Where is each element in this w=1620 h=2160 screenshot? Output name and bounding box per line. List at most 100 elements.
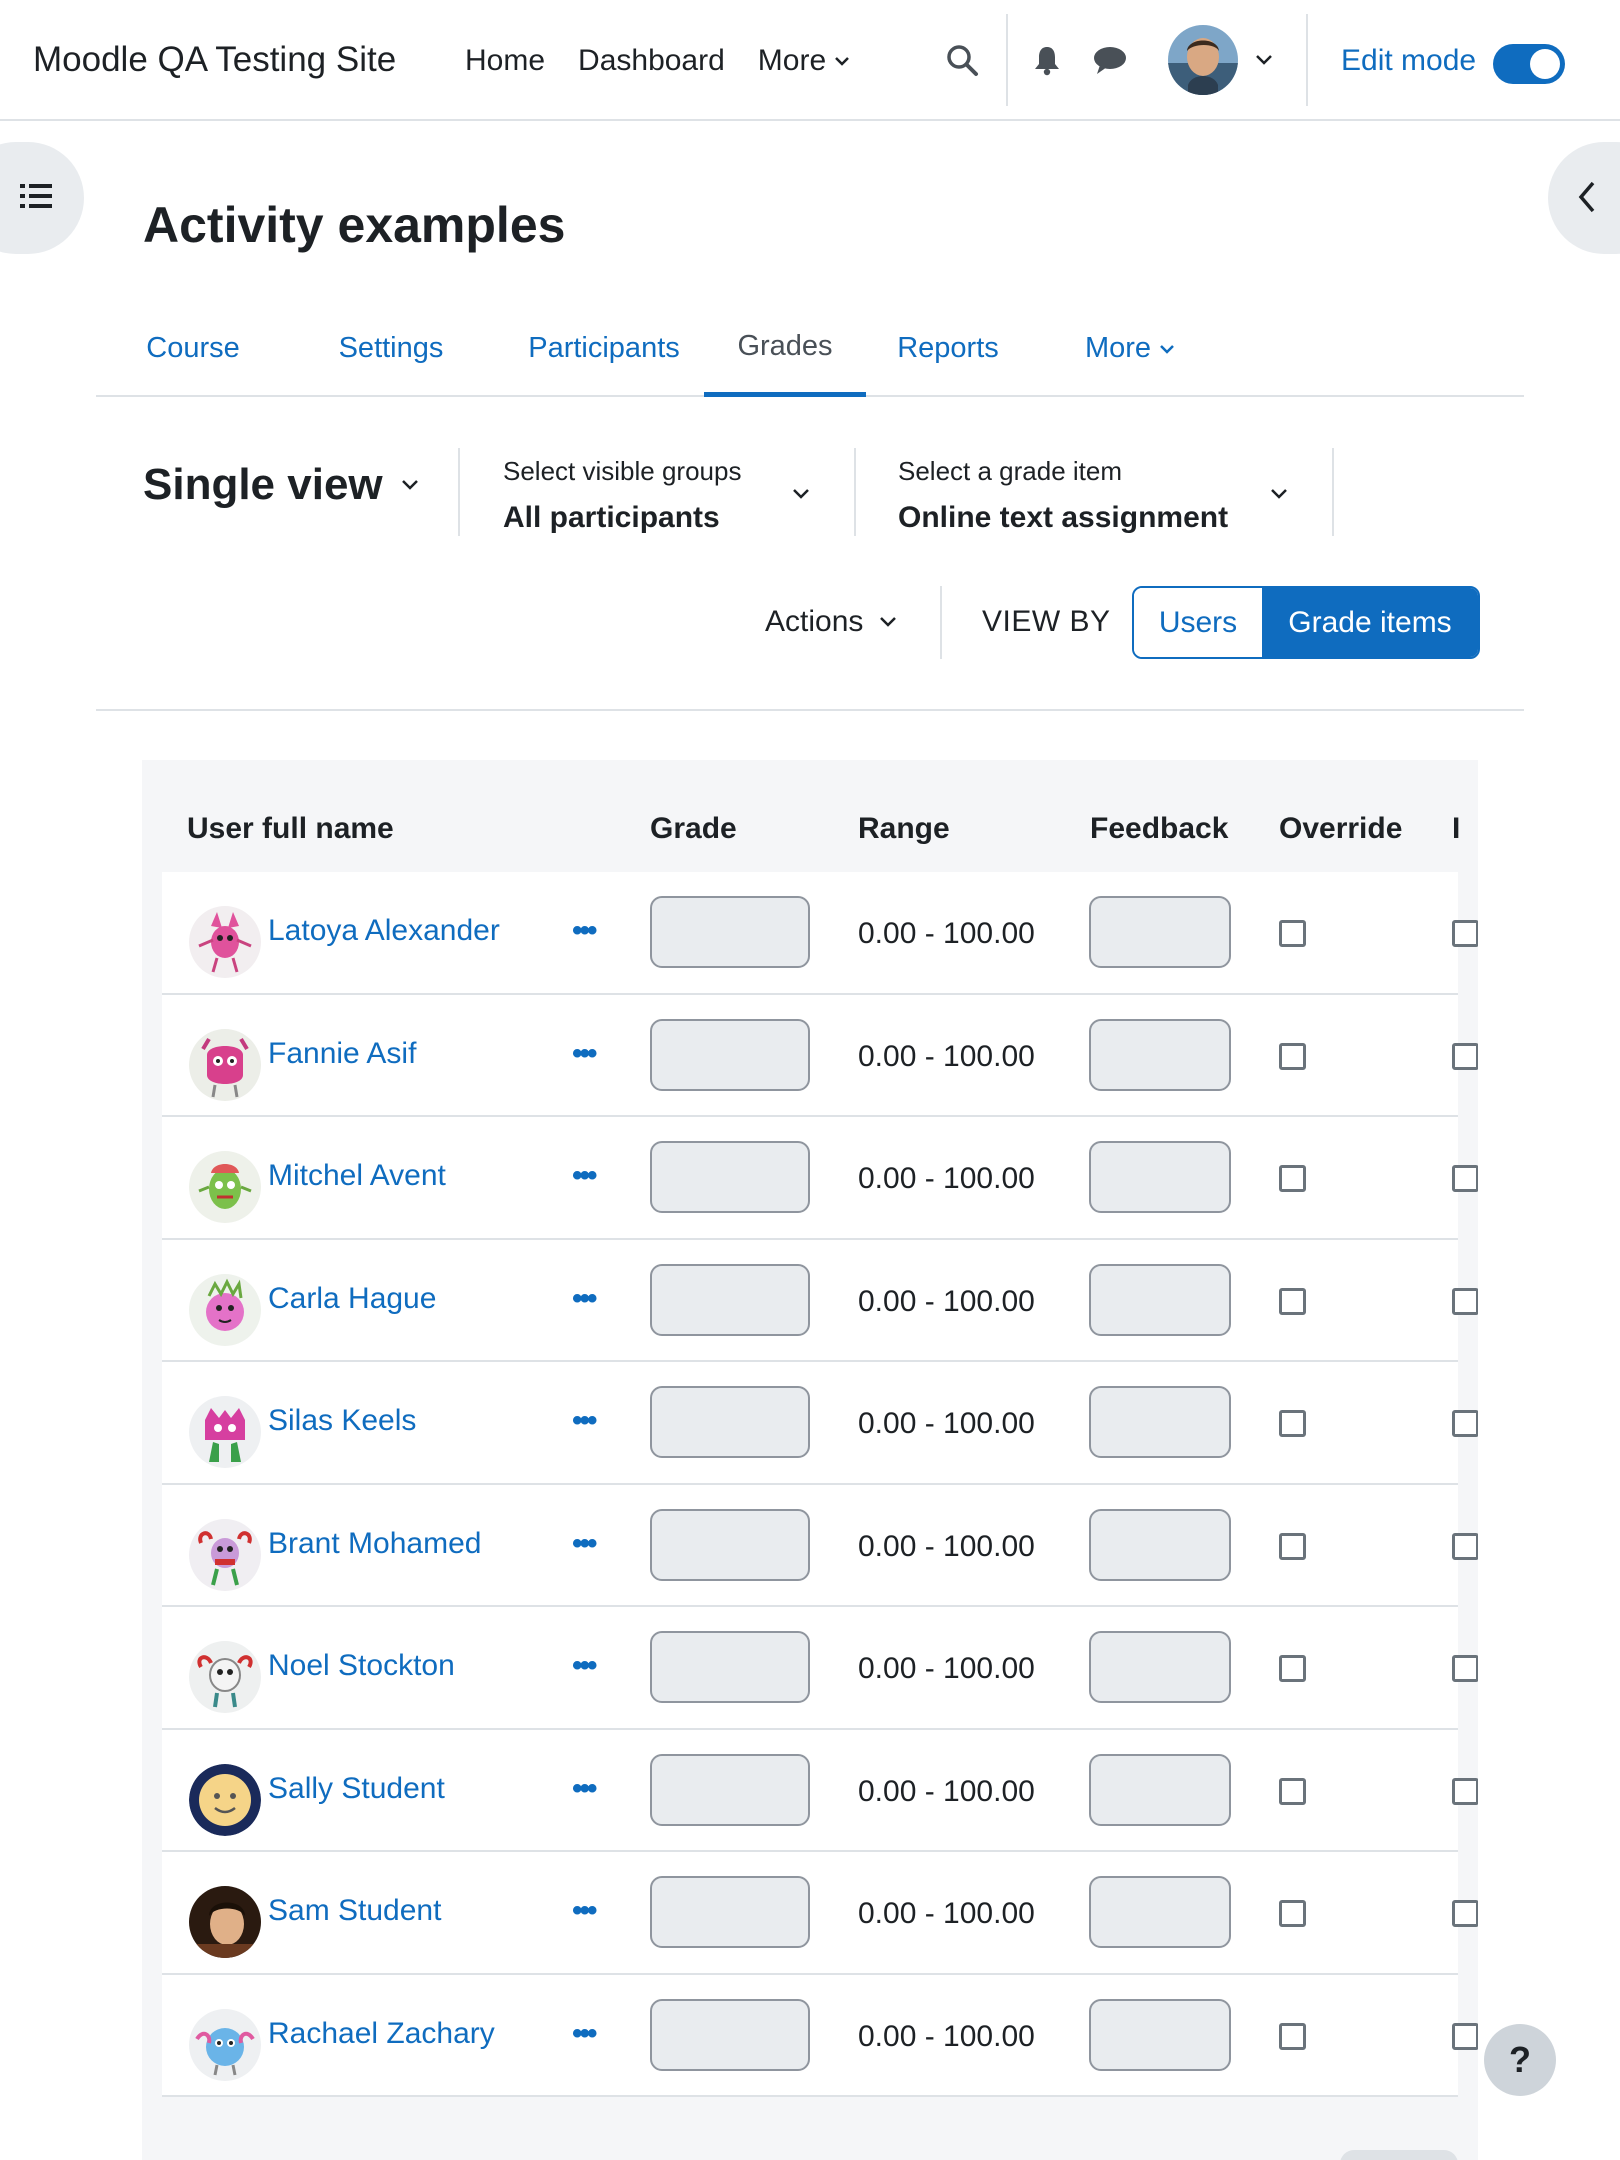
feedback-input[interactable] xyxy=(1089,1386,1231,1458)
grade-input[interactable] xyxy=(650,1263,810,1336)
user-name-link[interactable]: Sam Student xyxy=(268,1894,441,1928)
grade-range: 0.00 - 100.00 xyxy=(858,1039,1035,1073)
nav-link-home[interactable]: Home xyxy=(465,44,545,78)
tab-course[interactable]: Course xyxy=(128,300,258,397)
chat-icon[interactable] xyxy=(1088,38,1132,82)
user-name-link[interactable]: Rachael Zachary xyxy=(268,2017,495,2051)
tab-participants[interactable]: Participants xyxy=(504,300,704,397)
user-avatar xyxy=(189,1886,261,1958)
feedback-input[interactable] xyxy=(1089,1631,1231,1703)
nav-link-dashboard[interactable]: Dashboard xyxy=(578,44,725,78)
override-checkbox[interactable] xyxy=(1279,1410,1306,1437)
exclude-checkbox[interactable] xyxy=(1452,1287,1478,1315)
exclude-checkbox[interactable] xyxy=(1452,1900,1478,1927)
tab-more-label: More xyxy=(1084,332,1152,364)
more-actions-icon[interactable]: ••• xyxy=(572,914,597,948)
more-actions-icon[interactable]: ••• xyxy=(572,1159,597,1193)
edit-mode-toggle[interactable] xyxy=(1493,44,1565,84)
report-selector[interactable]: Single view xyxy=(143,460,419,510)
more-actions-icon[interactable]: ••• xyxy=(572,1037,597,1071)
exclude-checkbox[interactable] xyxy=(1452,1165,1478,1192)
view-by-grade-items-button[interactable]: Grade items xyxy=(1262,588,1478,657)
chevron-down-icon[interactable] xyxy=(792,488,810,500)
user-avatar xyxy=(189,1641,261,1713)
grade-input[interactable] xyxy=(650,1998,810,2071)
more-actions-icon[interactable]: ••• xyxy=(572,1772,597,1806)
exclude-checkbox[interactable] xyxy=(1452,2022,1478,2050)
nav-more-label: More xyxy=(757,43,827,77)
chevron-down-icon[interactable] xyxy=(1255,54,1273,66)
actions-dropdown[interactable]: Actions xyxy=(765,605,897,639)
more-actions-icon[interactable]: ••• xyxy=(572,1282,597,1316)
exclude-checkbox[interactable] xyxy=(1452,920,1478,947)
user-name-link[interactable]: Latoya Alexander xyxy=(268,914,500,948)
feedback-input[interactable] xyxy=(1089,1263,1231,1336)
user-avatar xyxy=(189,906,261,978)
more-actions-icon[interactable]: ••• xyxy=(572,1527,597,1561)
grade-input[interactable] xyxy=(650,1876,810,1948)
feedback-input[interactable] xyxy=(1089,1998,1231,2071)
exclude-checkbox[interactable] xyxy=(1452,1532,1478,1560)
override-checkbox[interactable] xyxy=(1279,1165,1306,1192)
exclude-checkbox[interactable] xyxy=(1452,1042,1478,1070)
exclude-checkbox[interactable] xyxy=(1452,1777,1478,1805)
help-button[interactable]: ? xyxy=(1484,2024,1556,2096)
user-avatar xyxy=(189,1518,261,1591)
grade-input[interactable] xyxy=(650,1386,810,1458)
chevron-down-icon xyxy=(835,56,850,66)
feedback-input[interactable] xyxy=(1089,1876,1231,1948)
feedback-input[interactable] xyxy=(1089,896,1231,968)
exclude-checkbox[interactable] xyxy=(1452,1410,1478,1437)
site-name[interactable]: Moodle QA Testing Site xyxy=(33,40,396,80)
tab-more[interactable]: More xyxy=(1062,300,1198,397)
grade-item-selector[interactable]: Select a grade item Online text assignme… xyxy=(898,456,1228,535)
grade-input[interactable] xyxy=(650,1018,810,1091)
secondary-navigation: Course Settings Participants Grades Repo… xyxy=(96,300,1524,397)
override-checkbox[interactable] xyxy=(1279,1777,1306,1805)
user-name-link[interactable]: Noel Stockton xyxy=(268,1649,455,1683)
override-checkbox[interactable] xyxy=(1279,1655,1306,1682)
feedback-input[interactable] xyxy=(1089,1508,1231,1581)
save-button-partial[interactable] xyxy=(1340,2150,1458,2160)
course-index-toggle[interactable] xyxy=(0,142,84,254)
user-name-link[interactable]: Brant Mohamed xyxy=(268,1527,481,1561)
grade-input[interactable] xyxy=(650,1753,810,1826)
override-checkbox[interactable] xyxy=(1279,2022,1306,2050)
group-selector[interactable]: Select visible groups All participants xyxy=(503,456,741,535)
primary-navigation: Home Dashboard More xyxy=(465,0,883,121)
grade-input[interactable] xyxy=(650,1631,810,1703)
feedback-input[interactable] xyxy=(1089,1753,1231,1826)
more-actions-icon[interactable]: ••• xyxy=(572,1894,597,1928)
override-checkbox[interactable] xyxy=(1279,920,1306,947)
user-name-link[interactable]: Fannie Asif xyxy=(268,1037,416,1071)
user-name-link[interactable]: Silas Keels xyxy=(268,1404,416,1438)
grade-input[interactable] xyxy=(650,1508,810,1581)
exclude-checkbox[interactable] xyxy=(1452,1655,1478,1682)
grade-range: 0.00 - 100.00 xyxy=(858,1284,1035,1318)
more-actions-icon[interactable]: ••• xyxy=(572,1649,597,1683)
feedback-input[interactable] xyxy=(1089,1018,1231,1091)
override-checkbox[interactable] xyxy=(1279,1287,1306,1315)
user-name-link[interactable]: Carla Hague xyxy=(268,1282,436,1316)
block-drawer-toggle[interactable] xyxy=(1548,142,1620,254)
user-avatar[interactable] xyxy=(1168,25,1238,95)
tab-settings[interactable]: Settings xyxy=(326,300,456,397)
user-name-link[interactable]: Mitchel Avent xyxy=(268,1159,446,1193)
override-checkbox[interactable] xyxy=(1279,1900,1306,1927)
header-user-full-name[interactable]: User full name xyxy=(187,812,394,846)
grade-input[interactable] xyxy=(650,1141,810,1213)
chevron-down-icon[interactable] xyxy=(1270,488,1288,500)
tab-reports[interactable]: Reports xyxy=(886,300,1010,397)
view-by-users-button[interactable]: Users xyxy=(1134,588,1262,657)
user-name-link[interactable]: Sally Student xyxy=(268,1772,445,1806)
nav-link-more[interactable]: More xyxy=(758,44,850,78)
search-icon[interactable] xyxy=(940,38,984,82)
grade-input[interactable] xyxy=(650,896,810,968)
tab-grades[interactable]: Grades xyxy=(704,300,866,397)
override-checkbox[interactable] xyxy=(1279,1042,1306,1070)
override-checkbox[interactable] xyxy=(1279,1532,1306,1560)
more-actions-icon[interactable]: ••• xyxy=(572,2017,597,2051)
more-actions-icon[interactable]: ••• xyxy=(572,1404,597,1438)
feedback-input[interactable] xyxy=(1089,1141,1231,1213)
bell-icon[interactable] xyxy=(1025,38,1069,82)
